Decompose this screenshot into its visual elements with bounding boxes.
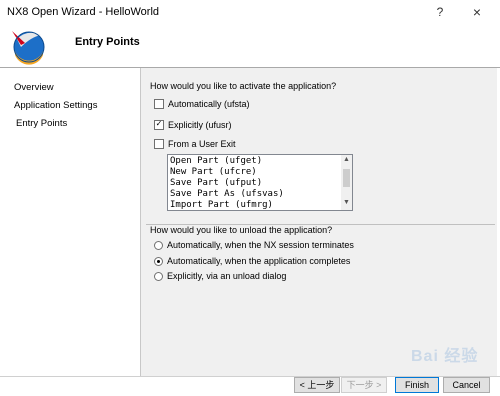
- wizard-header: Entry Points: [0, 24, 500, 68]
- checkbox-box[interactable]: [154, 120, 164, 130]
- finish-button[interactable]: Finish: [395, 377, 439, 393]
- next-button[interactable]: 下一步 >: [341, 377, 387, 393]
- radio-unload-dialog[interactable]: Explicitly, via an unload dialog: [154, 271, 286, 281]
- help-button[interactable]: ?: [428, 3, 452, 21]
- nx-logo-icon: [12, 31, 45, 65]
- title-bar: NX8 Open Wizard - HelloWorld ? ×: [0, 0, 500, 24]
- checkbox-label: From a User Exit: [168, 139, 236, 149]
- checkbox-box[interactable]: [154, 99, 164, 109]
- list-item[interactable]: Save Part As (ufsvas): [170, 189, 284, 199]
- sidebar-item-application-settings[interactable]: Application Settings: [14, 100, 97, 111]
- activate-question: How would you like to activate the appli…: [150, 81, 337, 91]
- page-title: Entry Points: [75, 36, 140, 48]
- checkbox-label: Automatically (ufsta): [168, 99, 250, 109]
- listbox-scrollbar[interactable]: ▲ ▼: [341, 155, 352, 210]
- list-item[interactable]: Import Part (ufmrg): [170, 200, 273, 210]
- scroll-thumb[interactable]: [343, 169, 350, 187]
- wizard-sidebar: Overview Application Settings Entry Poin…: [0, 68, 141, 376]
- radio-circle[interactable]: [154, 240, 163, 250]
- wizard-window: NX8 Open Wizard - HelloWorld ? × Entry P…: [0, 0, 500, 396]
- cancel-button[interactable]: Cancel: [443, 377, 490, 393]
- unload-question: How would you like to unload the applica…: [150, 225, 333, 235]
- scroll-up-icon[interactable]: ▲: [341, 155, 352, 165]
- close-button[interactable]: ×: [465, 3, 489, 21]
- checkbox-box[interactable]: [154, 139, 164, 149]
- checkbox-from-user-exit[interactable]: From a User Exit: [154, 139, 236, 149]
- user-exit-listbox[interactable]: Open Part (ufget) New Part (ufcre) Save …: [167, 154, 353, 211]
- checkbox-explicitly[interactable]: Explicitly (ufusr): [154, 120, 232, 130]
- back-button[interactable]: < 上一步: [294, 377, 340, 393]
- radio-unload-session-terminates[interactable]: Automatically, when the NX session termi…: [154, 240, 354, 250]
- watermark: Bai 经验: [411, 348, 479, 365]
- radio-label: Explicitly, via an unload dialog: [167, 271, 287, 281]
- sidebar-item-entry-points[interactable]: Entry Points: [16, 118, 67, 129]
- checkbox-automatically[interactable]: Automatically (ufsta): [154, 99, 250, 109]
- wizard-content: How would you like to activate the appli…: [141, 68, 497, 376]
- radio-unload-application-completes[interactable]: Automatically, when the application comp…: [154, 256, 350, 266]
- scroll-down-icon[interactable]: ▼: [341, 198, 352, 208]
- list-item[interactable]: Save Part (ufput): [170, 178, 262, 188]
- checkbox-label: Explicitly (ufusr): [168, 120, 232, 130]
- radio-label: Automatically, when the application comp…: [167, 256, 351, 266]
- radio-circle[interactable]: [154, 271, 163, 281]
- list-item[interactable]: New Part (ufcre): [170, 167, 257, 177]
- window-title: NX8 Open Wizard - HelloWorld: [7, 6, 160, 18]
- radio-circle[interactable]: [154, 256, 163, 266]
- radio-label: Automatically, when the NX session termi…: [167, 240, 354, 250]
- sidebar-item-overview[interactable]: Overview: [14, 82, 54, 93]
- list-item[interactable]: Open Part (ufget): [170, 156, 262, 166]
